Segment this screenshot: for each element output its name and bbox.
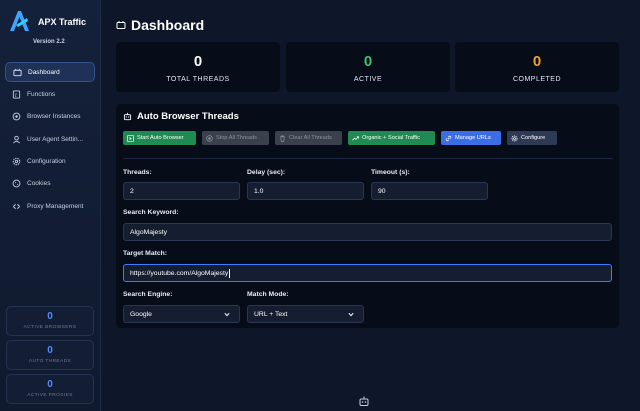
stop-all-threads-button[interactable]: Stop All Threads — [202, 131, 269, 145]
trash-icon — [280, 135, 285, 142]
search-engine-select[interactable]: Google — [123, 305, 240, 323]
sidebar-item-label: User Agent Settin... — [27, 135, 84, 143]
stat-value: 0 — [363, 53, 373, 70]
search-keyword-input[interactable]: AlgoMajesty — [123, 223, 612, 241]
stat-label: ACTIVE BROWSERS — [23, 325, 77, 330]
stat-label: COMPLETED — [512, 76, 562, 83]
sidebar-item-cookies[interactable]: Cookies — [5, 174, 95, 194]
dashboard-icon — [116, 21, 126, 29]
search-engine-label: Search Engine: — [123, 291, 173, 298]
sidebar-item-user-agent-settings[interactable]: User Agent Settin... — [5, 129, 95, 149]
select-value: URL + Text — [254, 310, 288, 318]
configure-button[interactable]: Configure — [507, 131, 557, 145]
browser-icon — [12, 112, 21, 121]
robot-icon — [123, 112, 132, 121]
input-value: 2 — [130, 187, 134, 195]
search-keyword-label: Search Keyword: — [123, 209, 179, 216]
sidebar-item-browser-instances[interactable]: Browser Instances — [5, 107, 95, 127]
panel-title: Auto Browser Threads — [137, 111, 239, 122]
clear-all-threads-button[interactable]: Clear All Threads — [275, 131, 342, 145]
threads-label: Threads: — [123, 169, 152, 176]
sidebar-item-label: Configuration — [27, 158, 66, 166]
sidebar-item-label: Browser Instances — [27, 113, 81, 121]
input-value: AlgoMajesty — [130, 228, 168, 236]
auto-browser-panel: Auto Browser Threads Start Auto Browser … — [116, 104, 619, 328]
sidebar-nav: Dashboard f Functions Browser Instances … — [5, 62, 95, 219]
stat-value: 0 — [532, 53, 542, 70]
apx-logo-icon — [10, 11, 29, 31]
text-caret — [229, 268, 231, 278]
button-label: Stop All Threads — [216, 135, 257, 141]
dashboard-icon — [13, 68, 22, 76]
input-value: 90 — [378, 187, 386, 195]
manage-urls-button[interactable]: Manage URLs — [441, 131, 501, 145]
app-name: APX Traffic — [38, 17, 87, 27]
sidebar-item-configuration[interactable]: Configuration — [5, 152, 95, 172]
link-icon — [445, 135, 452, 141]
completed-card: 0 COMPLETED — [455, 42, 619, 92]
input-value: 1.0 — [254, 187, 264, 195]
start-auto-browser-button[interactable]: Start Auto Browser — [123, 131, 196, 145]
proxy-icon — [13, 203, 20, 209]
sidebar-item-label: Proxy Management — [27, 202, 84, 210]
input-value: https://youtube.com/AlgoMajesty — [130, 269, 229, 277]
play-icon — [127, 134, 134, 142]
button-label: Organic + Social Traffic — [362, 135, 420, 141]
sidebar-item-label: Cookies — [27, 180, 51, 188]
stat-label: AUTO THREADS — [28, 359, 72, 364]
stat-label: ACTIVE — [353, 76, 383, 83]
button-label: Configure — [521, 135, 546, 141]
cookie-icon — [12, 180, 21, 188]
auto-threads-stat: 0 AUTO THREADS — [6, 340, 94, 370]
functions-icon: f — [12, 90, 21, 99]
stat-label: TOTAL THREADS — [166, 76, 230, 83]
stat-value: 0 — [47, 379, 53, 390]
timeout-label: Timeout (s): — [371, 169, 410, 176]
stat-label: ACTIVE PROXIES — [27, 393, 73, 398]
gear-icon — [12, 157, 21, 166]
organic-social-traffic-button[interactable]: Organic + Social Traffic — [348, 131, 435, 145]
active-browsers-stat: 0 ACTIVE BROWSERS — [6, 306, 94, 336]
sidebar-item-label: Functions — [27, 90, 56, 98]
page-title: Dashboard — [131, 17, 205, 33]
sidebar-item-functions[interactable]: f Functions — [5, 84, 95, 104]
chevron-down-icon — [348, 312, 354, 317]
active-proxies-stat: 0 ACTIVE PROXIES — [6, 374, 94, 404]
delay-label: Delay (sec): — [247, 169, 286, 176]
button-label: Clear All Threads — [289, 135, 332, 141]
divider — [123, 158, 613, 159]
target-match-label: Target Match: — [123, 250, 168, 257]
trend-icon — [352, 135, 359, 141]
chevron-down-icon — [224, 312, 230, 317]
page-header: Dashboard — [116, 17, 204, 33]
user-agent-icon — [13, 135, 20, 144]
timeout-input[interactable]: 90 — [371, 182, 488, 200]
threads-input[interactable]: 2 — [123, 182, 240, 200]
button-label: Manage URLs — [455, 135, 491, 141]
stop-icon — [206, 134, 213, 142]
match-mode-label: Match Mode: — [247, 291, 289, 298]
stat-value: 0 — [47, 345, 53, 356]
stat-value: 0 — [47, 311, 53, 322]
delay-input[interactable]: 1.0 — [247, 182, 364, 200]
sidebar-item-proxy-management[interactable]: Proxy Management — [5, 196, 95, 216]
gear-icon — [511, 135, 518, 141]
stat-value: 0 — [193, 53, 203, 70]
match-mode-select[interactable]: URL + Text — [247, 305, 364, 323]
brand: APX Traffic Version 2.2 — [8, 9, 98, 49]
main-content: Dashboard 0 TOTAL THREADS 0 ACTIVE 0 COM… — [101, 0, 640, 411]
svg-text:f: f — [15, 92, 17, 99]
sidebar-item-label: Dashboard — [28, 68, 60, 76]
active-card: 0 ACTIVE — [286, 42, 450, 92]
button-label: Start Auto Browser — [137, 135, 184, 141]
robot-icon[interactable] — [358, 395, 370, 407]
sidebar: APX Traffic Version 2.2 Dashboard f Func… — [0, 0, 101, 411]
panel-header: Auto Browser Threads — [123, 111, 239, 122]
select-value: Google — [130, 310, 152, 318]
app-version: Version 2.2 — [33, 39, 65, 45]
sidebar-item-dashboard[interactable]: Dashboard — [5, 62, 95, 82]
total-threads-card: 0 TOTAL THREADS — [116, 42, 280, 92]
target-match-input[interactable]: https://youtube.com/AlgoMajesty — [123, 264, 612, 282]
